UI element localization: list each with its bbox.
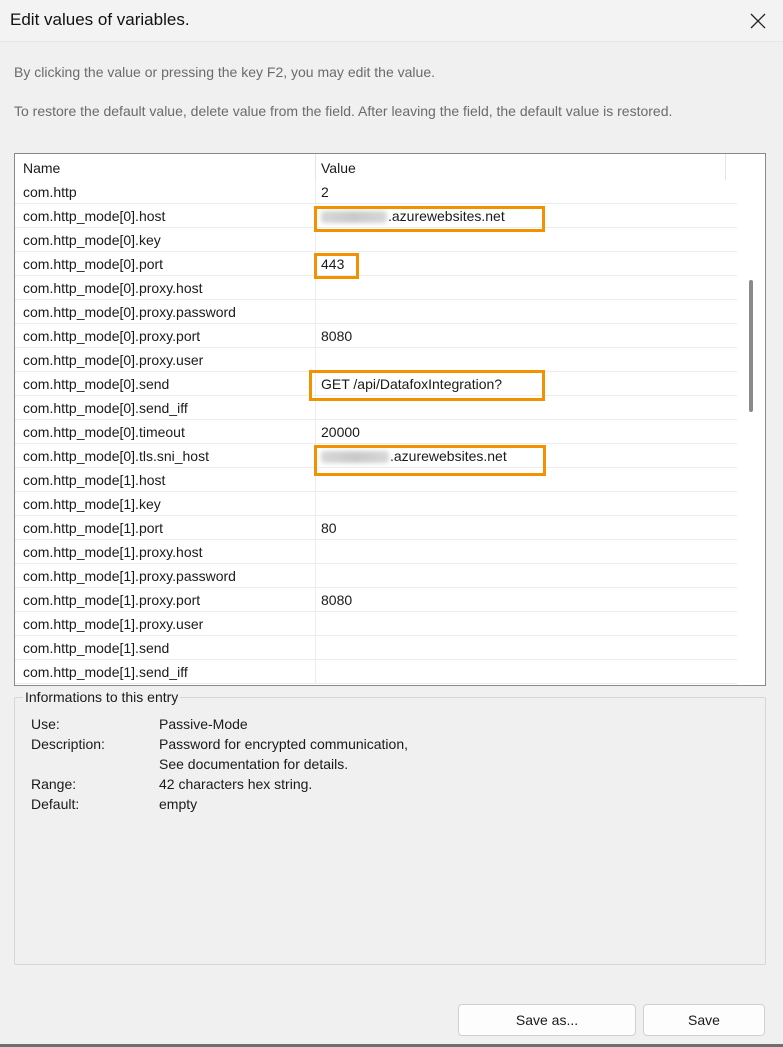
grid-rows: com.http 2 com.http_mode[0].host .azureweb…	[15, 180, 737, 684]
variable-name: com.http_mode[0].port	[23, 256, 164, 272]
variable-value[interactable]: 8080	[321, 328, 352, 344]
variable-value[interactable]: 2	[321, 184, 329, 200]
default-value: empty	[159, 796, 198, 812]
highlight-host-value	[314, 206, 545, 232]
variable-name: com.http_mode[1].proxy.user	[23, 616, 204, 632]
variable-name: com.http_mode[1].proxy.password	[23, 568, 236, 584]
variables-grid[interactable]: Name Value com.http 2 com.http_mode[0].ho…	[14, 153, 766, 686]
table-row[interactable]: com.http_mode[1].send_iff	[15, 660, 737, 684]
use-value: Passive-Mode	[159, 716, 248, 732]
description-label: Description:	[31, 736, 105, 752]
variable-name: com.http_mode[0].host	[23, 208, 166, 224]
grid-header: Name Value	[15, 154, 737, 180]
table-row[interactable]: com.http_mode[1].send	[15, 636, 737, 660]
table-row[interactable]: com.http_mode[0].proxy.host	[15, 276, 737, 300]
variable-name: com.http_mode[0].proxy.password	[23, 304, 236, 320]
table-row[interactable]: com.http_mode[0].port 443	[15, 252, 737, 276]
table-row[interactable]: com.http_mode[0].proxy.port 8080	[15, 324, 737, 348]
variable-name: com.http_mode[0].key	[23, 232, 161, 248]
column-header-name[interactable]: Name	[23, 160, 60, 176]
info-legend: Informations to this entry	[23, 689, 181, 705]
variable-name: com.http_mode[0].send	[23, 376, 170, 392]
description-value-line2: See documentation for details.	[159, 756, 349, 772]
description-value-line1: Password for encrypted communication,	[159, 736, 408, 752]
variable-value[interactable]: 8080	[321, 592, 352, 608]
highlight-sni-host-value	[314, 445, 546, 476]
table-row[interactable]: com.http_mode[0].timeout 20000	[15, 420, 737, 444]
table-row[interactable]: com.http_mode[1].proxy.password	[15, 564, 737, 588]
variable-name: com.http_mode[0].send_iff	[23, 400, 188, 416]
variable-name: com.http_mode[0].proxy.user	[23, 352, 204, 368]
variable-name: com.http_mode[1].host	[23, 472, 166, 488]
variable-name: com.http_mode[1].proxy.host	[23, 544, 203, 560]
hint-restore: To restore the default value, delete val…	[14, 103, 673, 119]
scrollbar-thumb[interactable]	[749, 280, 753, 412]
table-row[interactable]: com.http_mode[1].proxy.user	[15, 612, 737, 636]
close-button[interactable]	[733, 0, 783, 42]
vertical-scrollbar[interactable]	[739, 154, 765, 685]
table-row[interactable]: com.http_mode[1].proxy.host	[15, 540, 737, 564]
variable-name: com.http_mode[1].proxy.port	[23, 592, 201, 608]
title-bar: Edit values of variables.	[0, 0, 783, 42]
variable-name: com.http	[23, 184, 77, 200]
range-label: Range:	[31, 776, 77, 792]
variable-name: com.http_mode[0].tls.sni_host	[23, 448, 209, 464]
variable-value[interactable]: 20000	[321, 424, 360, 440]
table-row[interactable]: com.http_mode[0].proxy.password	[15, 300, 737, 324]
variable-name: com.http_mode[0].proxy.port	[23, 328, 201, 344]
table-row[interactable]: com.http_mode[1].key	[15, 492, 737, 516]
default-label: Default:	[31, 796, 80, 812]
range-value: 42 characters hex string.	[159, 776, 313, 792]
close-icon	[750, 13, 766, 29]
variable-name: com.http_mode[0].timeout	[23, 424, 185, 440]
variable-value[interactable]: 80	[321, 520, 337, 536]
save-button[interactable]: Save	[643, 1004, 765, 1036]
variable-name: com.http_mode[1].send	[23, 640, 170, 656]
highlight-port-value	[314, 253, 359, 279]
save-as-button[interactable]: Save as...	[458, 1004, 636, 1036]
table-row[interactable]: com.http 2	[15, 180, 737, 204]
window-title: Edit values of variables.	[10, 10, 190, 29]
variable-name: com.http_mode[1].send_iff	[23, 664, 188, 680]
info-groupbox: Informations to this entry Use: Passive-…	[14, 689, 766, 965]
hint-edit: By clicking the value or pressing the ke…	[14, 64, 435, 80]
highlight-send-value	[309, 370, 545, 401]
variable-name: com.http_mode[1].key	[23, 496, 161, 512]
table-row[interactable]: com.http_mode[0].proxy.user	[15, 348, 737, 372]
table-row[interactable]: com.http_mode[1].proxy.port 8080	[15, 588, 737, 612]
table-row[interactable]: com.http_mode[1].port 80	[15, 516, 737, 540]
variable-name: com.http_mode[1].port	[23, 520, 164, 536]
use-label: Use:	[31, 716, 60, 732]
column-header-value[interactable]: Value	[321, 160, 356, 176]
variable-name: com.http_mode[0].proxy.host	[23, 280, 203, 296]
